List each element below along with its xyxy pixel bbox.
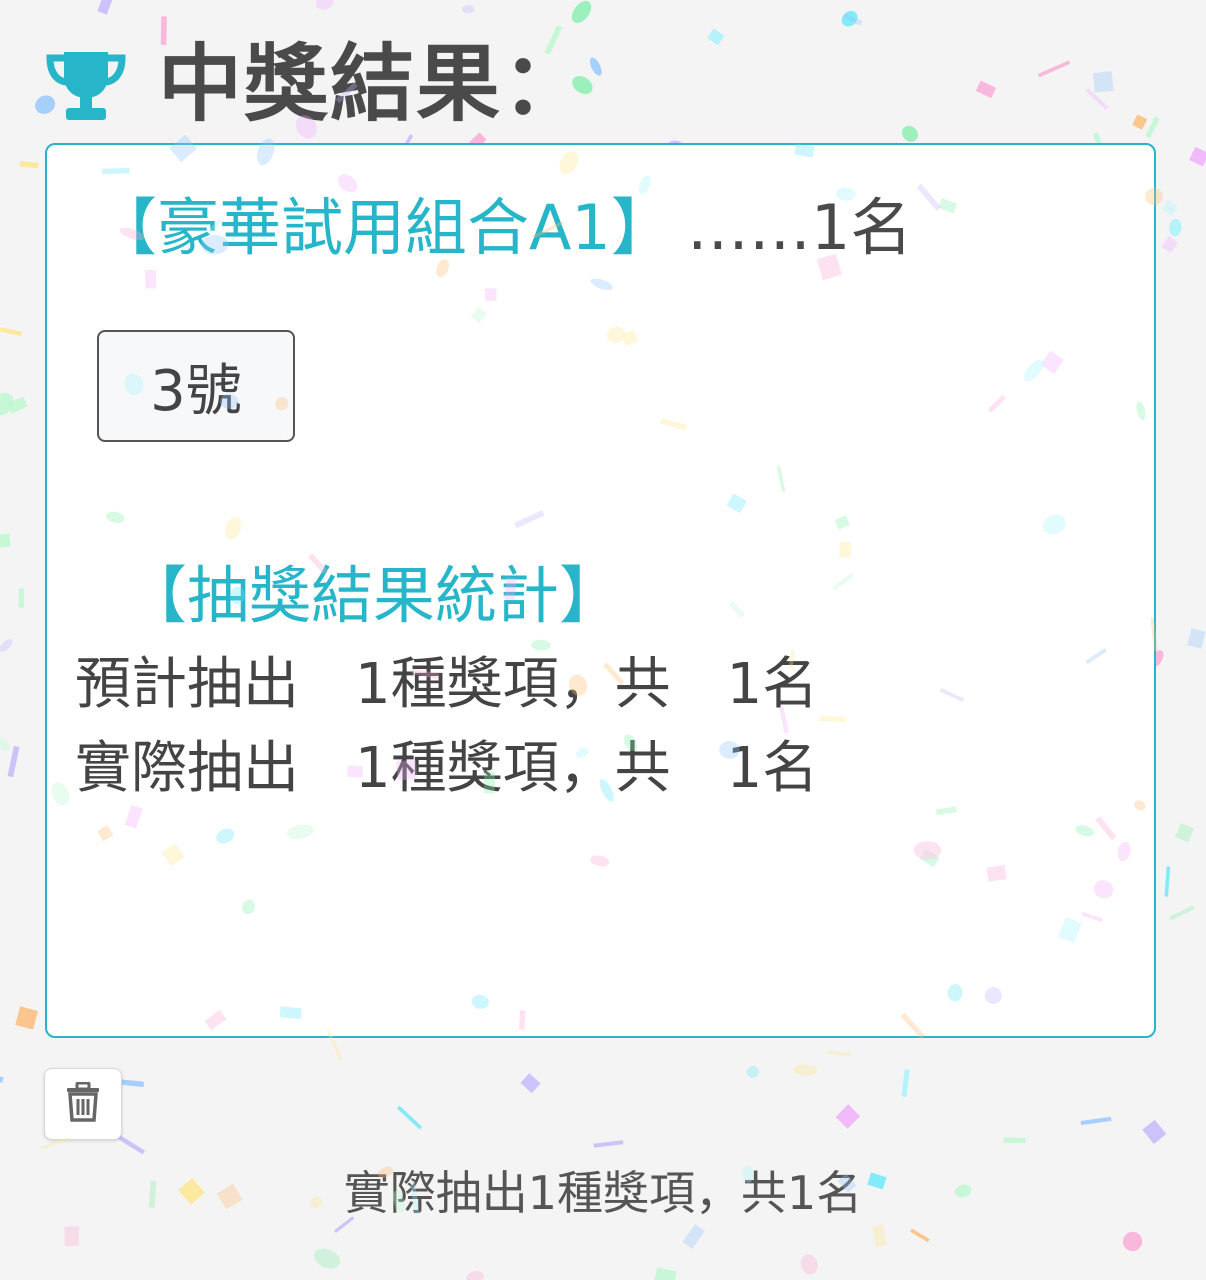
confetti-piece — [1169, 218, 1182, 237]
confetti-piece — [18, 588, 24, 608]
confetti-piece — [571, 0, 592, 24]
confetti-piece — [1168, 905, 1195, 921]
confetti-piece — [1092, 71, 1114, 93]
confetti-piece — [1085, 87, 1109, 111]
delete-button[interactable] — [44, 1068, 122, 1140]
confetti-piece — [1145, 116, 1160, 139]
confetti-piece — [593, 1140, 624, 1148]
confetti-piece — [1164, 866, 1171, 897]
confetti-piece — [682, 1224, 705, 1249]
winner-chip[interactable]: 3號 — [97, 330, 295, 442]
footer-summary: 實際抽出1種獎項，共1名 — [343, 1166, 863, 1220]
confetti-piece — [313, 1248, 341, 1269]
confetti-piece — [826, 1050, 851, 1057]
confetti-piece — [0, 392, 14, 416]
confetti-piece — [1161, 200, 1179, 216]
confetti-piece — [1187, 628, 1206, 649]
confetti-piece — [0, 325, 23, 337]
confetti-piece — [1132, 114, 1148, 130]
confetti-piece — [1080, 1116, 1112, 1126]
confetti-piece — [901, 125, 918, 142]
confetti-piece — [19, 160, 39, 169]
confetti-piece — [975, 80, 997, 99]
page-header: 中獎結果： — [44, 34, 588, 134]
confetti-piece — [0, 639, 13, 652]
stats-heading: 【抽獎結果統計】 — [125, 559, 622, 632]
confetti-piece — [835, 1104, 861, 1129]
result-card: 【豪華試用組合A1】 ……1名 3號 【抽獎結果統計】 預計抽出 1種獎項，共 1… — [45, 143, 1156, 1038]
confetti-piece — [1189, 146, 1206, 167]
confetti-piece — [793, 1064, 818, 1076]
confetti-piece — [0, 1071, 4, 1083]
confetti-piece — [1003, 1137, 1026, 1144]
confetti-piece — [843, 13, 863, 26]
confetti-piece — [872, 1224, 887, 1247]
confetti-piece — [841, 10, 858, 27]
confetti-piece — [1038, 60, 1071, 78]
stats-planned: 預計抽出 1種獎項，共 1名 — [75, 652, 819, 717]
confetti-piece — [1122, 1231, 1143, 1252]
confetti-piece — [1175, 823, 1195, 843]
confetti-piece — [15, 1006, 38, 1030]
trophy-icon — [44, 42, 128, 126]
trash-icon — [65, 1081, 101, 1126]
confetti-piece — [396, 1105, 423, 1130]
confetti-piece — [0, 533, 11, 548]
confetti-piece — [901, 1069, 910, 1098]
confetti-piece — [315, 0, 334, 10]
confetti-piece — [746, 1065, 759, 1078]
confetti-piece — [910, 1228, 930, 1243]
prize-name: 【豪華試用組合A1】 — [95, 191, 673, 264]
stats-actual: 實際抽出 1種獎項，共 1名 — [75, 736, 819, 801]
page-title: 中獎結果： — [158, 35, 589, 133]
confetti-piece — [653, 1267, 677, 1280]
confetti-piece — [1161, 236, 1179, 254]
confetti-piece — [465, 1271, 484, 1280]
prize-line: 【豪華試用組合A1】 ……1名 — [95, 197, 912, 259]
prize-count: ……1名 — [686, 191, 913, 264]
confetti-piece — [520, 1073, 541, 1094]
confetti-piece — [64, 1226, 80, 1247]
confetti-piece — [1142, 1119, 1167, 1145]
confetti-piece — [7, 745, 20, 778]
confetti-piece — [0, 736, 11, 751]
confetti-piece — [800, 1254, 818, 1275]
confetti-piece — [589, 57, 602, 76]
confetti-piece — [97, 0, 113, 15]
confetti-piece — [707, 28, 725, 46]
confetti-piece — [461, 4, 475, 14]
confetti-piece — [7, 396, 28, 414]
